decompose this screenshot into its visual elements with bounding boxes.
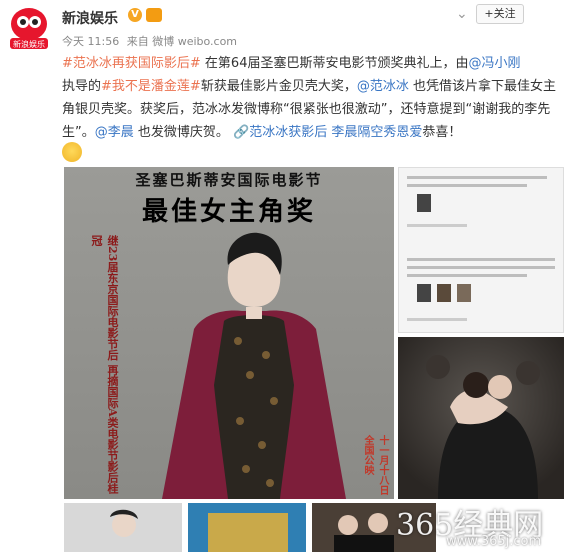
thumbnail-image[interactable] xyxy=(188,503,306,552)
username[interactable]: 新浪娱乐 xyxy=(62,8,118,28)
follow-button[interactable]: +关注 xyxy=(476,4,524,24)
verified-icon: V xyxy=(128,8,142,22)
poster-image[interactable]: 圣塞巴斯蒂安国际电影节 最佳女主角奖 继23届东京国际电影节后 再摘国际A类电影… xyxy=(64,167,394,499)
thumbnail-image[interactable] xyxy=(64,503,182,552)
mention-link[interactable]: @李晨 xyxy=(95,125,134,140)
post-text: #范冰冰再获国际影后# 在第64届圣塞巴斯蒂安电影节颁奖典礼上，由@冯小刚 执导… xyxy=(62,52,562,144)
hashtag-link[interactable]: #范冰冰再获国际影后# xyxy=(62,56,201,71)
avatar[interactable]: 新浪娱乐 xyxy=(8,4,50,50)
actress-figure xyxy=(162,232,346,499)
post-text-segment: 恭喜！ xyxy=(422,125,462,140)
watermark-url: www.365j.com xyxy=(446,534,542,549)
post-source[interactable]: 来自 微博 weibo.com xyxy=(127,35,237,48)
weibo-screenshot-image[interactable] xyxy=(398,167,564,333)
chevron-down-icon[interactable]: ⌄ xyxy=(456,6,468,22)
post-text-segment: 也发微博庆贺。 xyxy=(133,125,234,140)
poster-vertical-text: 继23届东京国际电影节后 再摘国际A类电影节影后桂冠 xyxy=(90,235,119,494)
mention-link[interactable]: @冯小刚 xyxy=(468,56,520,71)
post-meta: 今天 11:56 来自 微博 weibo.com xyxy=(62,33,241,49)
link-icon: 🔗 xyxy=(233,125,250,140)
post-time[interactable]: 今天 11:56 xyxy=(62,35,119,48)
topic-link[interactable]: 李晨隔空秀恩爱 xyxy=(331,125,422,140)
poster-subtitle: 圣塞巴斯蒂安国际电影节 xyxy=(135,171,323,189)
post-text-segment: 斩获最佳影片金贝壳大奖， xyxy=(200,79,357,94)
avatar-label: 新浪娱乐 xyxy=(13,39,45,49)
post-text-segment: 执导的 xyxy=(62,79,102,94)
poster-title: 最佳女主角奖 xyxy=(141,197,316,227)
topic-link[interactable]: 范冰冰获影后 xyxy=(249,125,327,140)
emoji-icon xyxy=(62,142,82,162)
poster-release-stamp: 十一月十八日 全国公映 xyxy=(362,435,388,495)
member-crown-icon xyxy=(146,8,162,22)
mention-link[interactable]: @范冰冰 xyxy=(357,79,409,94)
celebration-photo[interactable] xyxy=(398,337,564,499)
post-text-segment: 在第64届圣塞巴斯蒂安电影节颁奖典礼上，由 xyxy=(200,56,469,71)
hashtag-link[interactable]: #我不是潘金莲# xyxy=(101,79,201,94)
